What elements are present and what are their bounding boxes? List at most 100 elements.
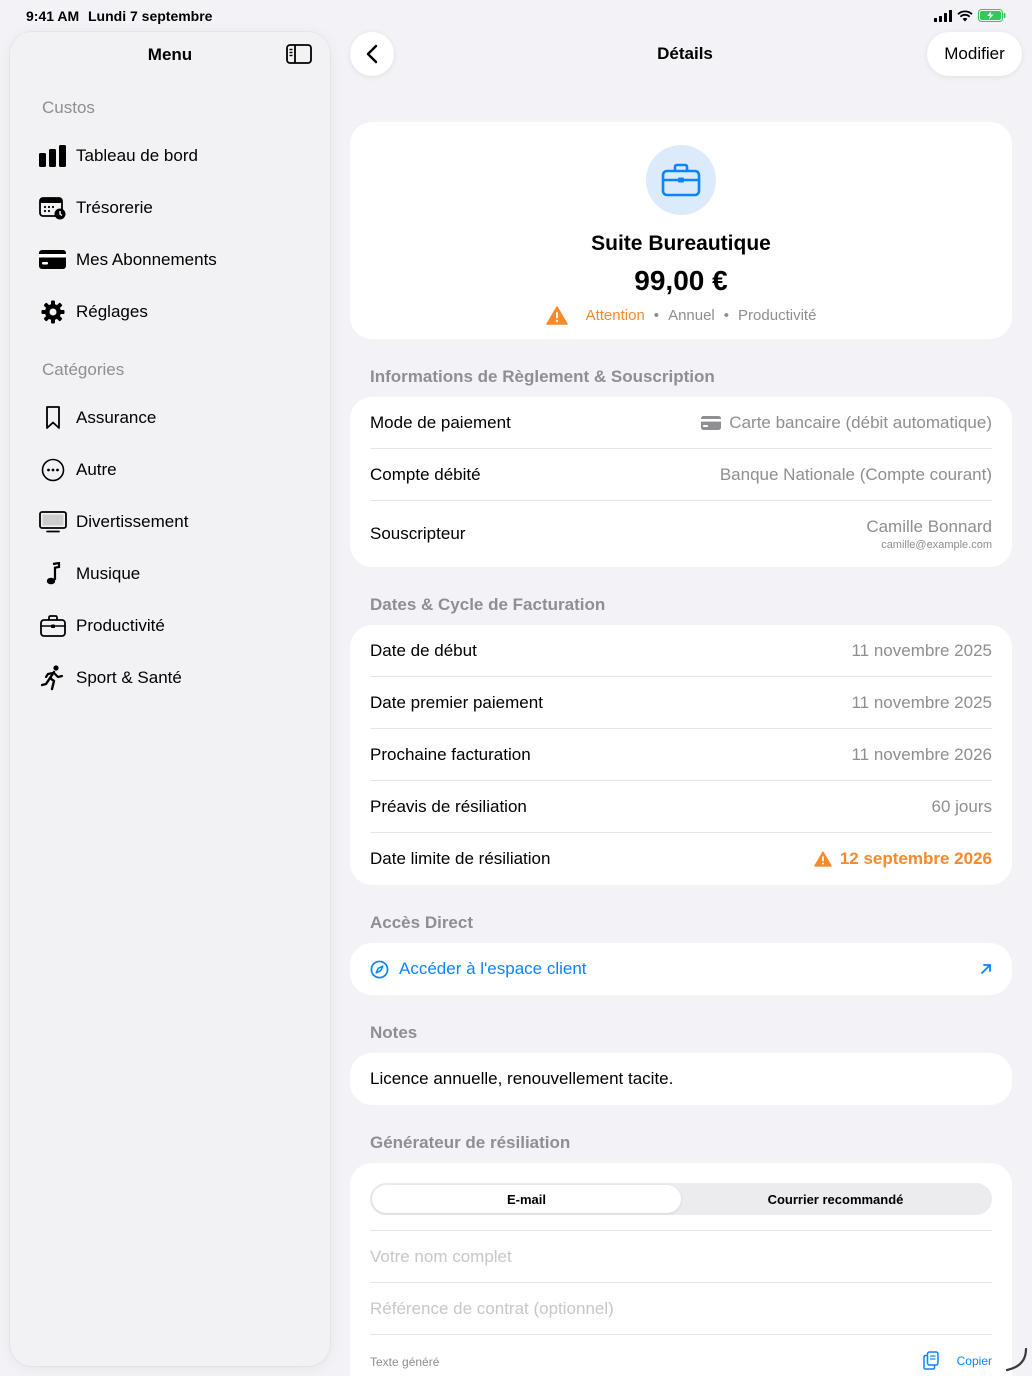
contract-reference-input[interactable] bbox=[370, 1298, 992, 1319]
edit-button[interactable]: Modifier bbox=[927, 32, 1022, 76]
back-button[interactable] bbox=[350, 32, 394, 76]
row-value: Banque Nationale (Compte courant) bbox=[719, 464, 992, 484]
section-generator-label: Générateur de résiliation bbox=[370, 1133, 571, 1152]
row-key: Date premier paiement bbox=[370, 692, 543, 712]
status-bar: 9:41 AM Lundi 7 septembre bbox=[0, 0, 1032, 32]
sidebar-item-label: Productivité bbox=[76, 616, 165, 635]
credit-card-icon bbox=[39, 250, 66, 269]
subscription-icon-circle bbox=[646, 145, 716, 215]
full-name-input[interactable] bbox=[370, 1246, 992, 1267]
subscription-summary-card: Suite Bureautique 99,00 € Attention • An… bbox=[350, 122, 1012, 339]
copy-button[interactable]: Copier bbox=[922, 1351, 992, 1370]
first-payment-row: Date premier paiement 11 novembre 2025 bbox=[370, 677, 992, 729]
tab-email[interactable]: E-mail bbox=[372, 1185, 681, 1213]
sidebar-title: Menu bbox=[147, 45, 193, 64]
sidebar-item-subscriptions[interactable]: Mes Abonnements bbox=[38, 238, 318, 282]
termination-generator-card: E-mail Courrier recommandé Texte généré … bbox=[350, 1163, 1012, 1376]
subscription-name: Suite Bureautique bbox=[591, 232, 771, 255]
wifi-icon bbox=[957, 9, 973, 21]
gear-icon bbox=[41, 300, 65, 324]
warning-triangle-icon bbox=[545, 306, 568, 325]
dates-card: Date de début 11 novembre 2025 Date prem… bbox=[350, 625, 1012, 885]
arrow-up-right-icon bbox=[981, 964, 991, 974]
row-value: 11 novembre 2025 bbox=[851, 640, 992, 660]
sidebar-item-label: Musique bbox=[76, 564, 141, 583]
sidebar-item-other[interactable]: Autre bbox=[38, 448, 318, 492]
sidebar-item-entertainment[interactable]: Divertissement bbox=[38, 500, 318, 544]
sidebar-item-sport-health[interactable]: Sport & Santé bbox=[38, 656, 318, 700]
subscriber-info: Camille Bonnard camille@example.com bbox=[866, 517, 992, 551]
calendar-clock-icon bbox=[39, 197, 66, 220]
category-tag: Productivité bbox=[738, 307, 817, 324]
sidebar-item-label: Divertissement bbox=[76, 512, 189, 531]
section-access-label: Accès Direct bbox=[370, 913, 474, 932]
status-time: 9:41 AM bbox=[26, 8, 80, 24]
row-key: Préavis de résiliation bbox=[370, 796, 527, 816]
notice-period-row: Préavis de résiliation 60 jours bbox=[370, 781, 992, 833]
running-figure-icon bbox=[41, 665, 64, 691]
section-dates-label: Dates & Cycle de Facturation bbox=[370, 595, 606, 614]
row-key: Compte débité bbox=[370, 464, 481, 484]
debited-account-row: Compte débité Banque Nationale (Compte c… bbox=[370, 449, 992, 501]
subscriber-email: camille@example.com bbox=[881, 539, 992, 551]
resize-handle-icon[interactable] bbox=[1002, 1346, 1028, 1372]
battery-charging-icon bbox=[978, 9, 1006, 22]
start-date-row: Date de début 11 novembre 2025 bbox=[370, 625, 992, 677]
sidebar-item-label: Assurance bbox=[76, 408, 157, 427]
subscription-tags: Attention • Annuel • Productivité bbox=[350, 306, 1012, 325]
subscriber-name: Camille Bonnard bbox=[866, 517, 992, 536]
sidebar-item-settings[interactable]: Réglages bbox=[38, 290, 318, 334]
copy-label: Copier bbox=[956, 1353, 992, 1368]
section-custos: Custos bbox=[42, 98, 95, 117]
compass-icon bbox=[370, 960, 389, 978]
row-value: 12 septembre 2026 bbox=[839, 849, 992, 868]
notes-text: Licence annuelle, renouvellement tacite. bbox=[370, 1069, 674, 1088]
direct-access-card: Accéder à l'espace client bbox=[350, 943, 1012, 995]
chevron-left-icon bbox=[366, 44, 378, 64]
chart-bar-icon bbox=[39, 145, 66, 167]
row-value: 11 novembre 2026 bbox=[851, 744, 992, 764]
row-value: Carte bancaire (débit automatique) bbox=[729, 412, 992, 432]
status-icons bbox=[934, 9, 1006, 22]
payment-info-card: Mode de paiement Carte bancaire (débit a… bbox=[350, 397, 1012, 567]
copy-document-icon bbox=[922, 1351, 939, 1370]
status-date: Lundi 7 septembre bbox=[88, 8, 213, 24]
sidebar-item-productivity[interactable]: Productivité bbox=[38, 604, 318, 648]
row-key: Date de début bbox=[370, 640, 477, 660]
sidebar: Menu Custos Tableau de bord Trésorerie M… bbox=[10, 32, 330, 1366]
subscriber-row: Souscripteur Camille Bonnard camille@exa… bbox=[370, 501, 992, 567]
row-key: Mode de paiement bbox=[370, 412, 511, 432]
credit-card-icon bbox=[701, 415, 722, 430]
tag-separator: • bbox=[653, 307, 660, 324]
subscription-price: 99,00 € bbox=[634, 265, 728, 296]
sidebar-item-treasury[interactable]: Trésorerie bbox=[38, 186, 318, 230]
contract-ref-row bbox=[370, 1283, 992, 1335]
status-badge: Attention bbox=[585, 307, 645, 324]
tv-icon bbox=[39, 511, 67, 533]
customer-portal-link[interactable]: Accéder à l'espace client bbox=[370, 943, 992, 995]
sidebar-item-insurance[interactable]: Assurance bbox=[38, 396, 318, 440]
sidebar-item-music[interactable]: Musique bbox=[38, 552, 318, 596]
bookmark-icon bbox=[46, 406, 60, 429]
sidebar-item-label: Mes Abonnements bbox=[76, 250, 217, 269]
letter-type-segmented-control: E-mail Courrier recommandé bbox=[370, 1183, 992, 1215]
page-title: Détails bbox=[657, 44, 713, 63]
sidebar-toggle-icon[interactable] bbox=[286, 44, 312, 64]
cellular-signal-icon bbox=[934, 9, 952, 22]
row-key: Souscripteur bbox=[370, 524, 466, 543]
sidebar-item-dashboard[interactable]: Tableau de bord bbox=[38, 134, 318, 178]
row-key: Prochaine facturation bbox=[370, 744, 531, 764]
tab-registered-mail[interactable]: Courrier recommandé bbox=[681, 1185, 990, 1213]
notes-row: Licence annuelle, renouvellement tacite. bbox=[370, 1053, 992, 1105]
customer-portal-label: Accéder à l'espace client bbox=[399, 959, 587, 978]
cancellation-deadline-row: Date limite de résiliation 12 septembre … bbox=[370, 833, 992, 885]
warning-triangle-icon bbox=[814, 851, 832, 867]
section-payment-label: Informations de Règlement & Souscription bbox=[370, 367, 715, 386]
notes-card: Licence annuelle, renouvellement tacite. bbox=[350, 1053, 1012, 1105]
briefcase-icon bbox=[661, 163, 701, 197]
row-value: 60 jours bbox=[931, 796, 992, 816]
tag-separator: • bbox=[723, 307, 730, 324]
row-key: Date limite de résiliation bbox=[370, 849, 551, 868]
sidebar-item-label: Autre bbox=[76, 460, 117, 479]
sidebar-item-label: Trésorerie bbox=[76, 198, 153, 217]
